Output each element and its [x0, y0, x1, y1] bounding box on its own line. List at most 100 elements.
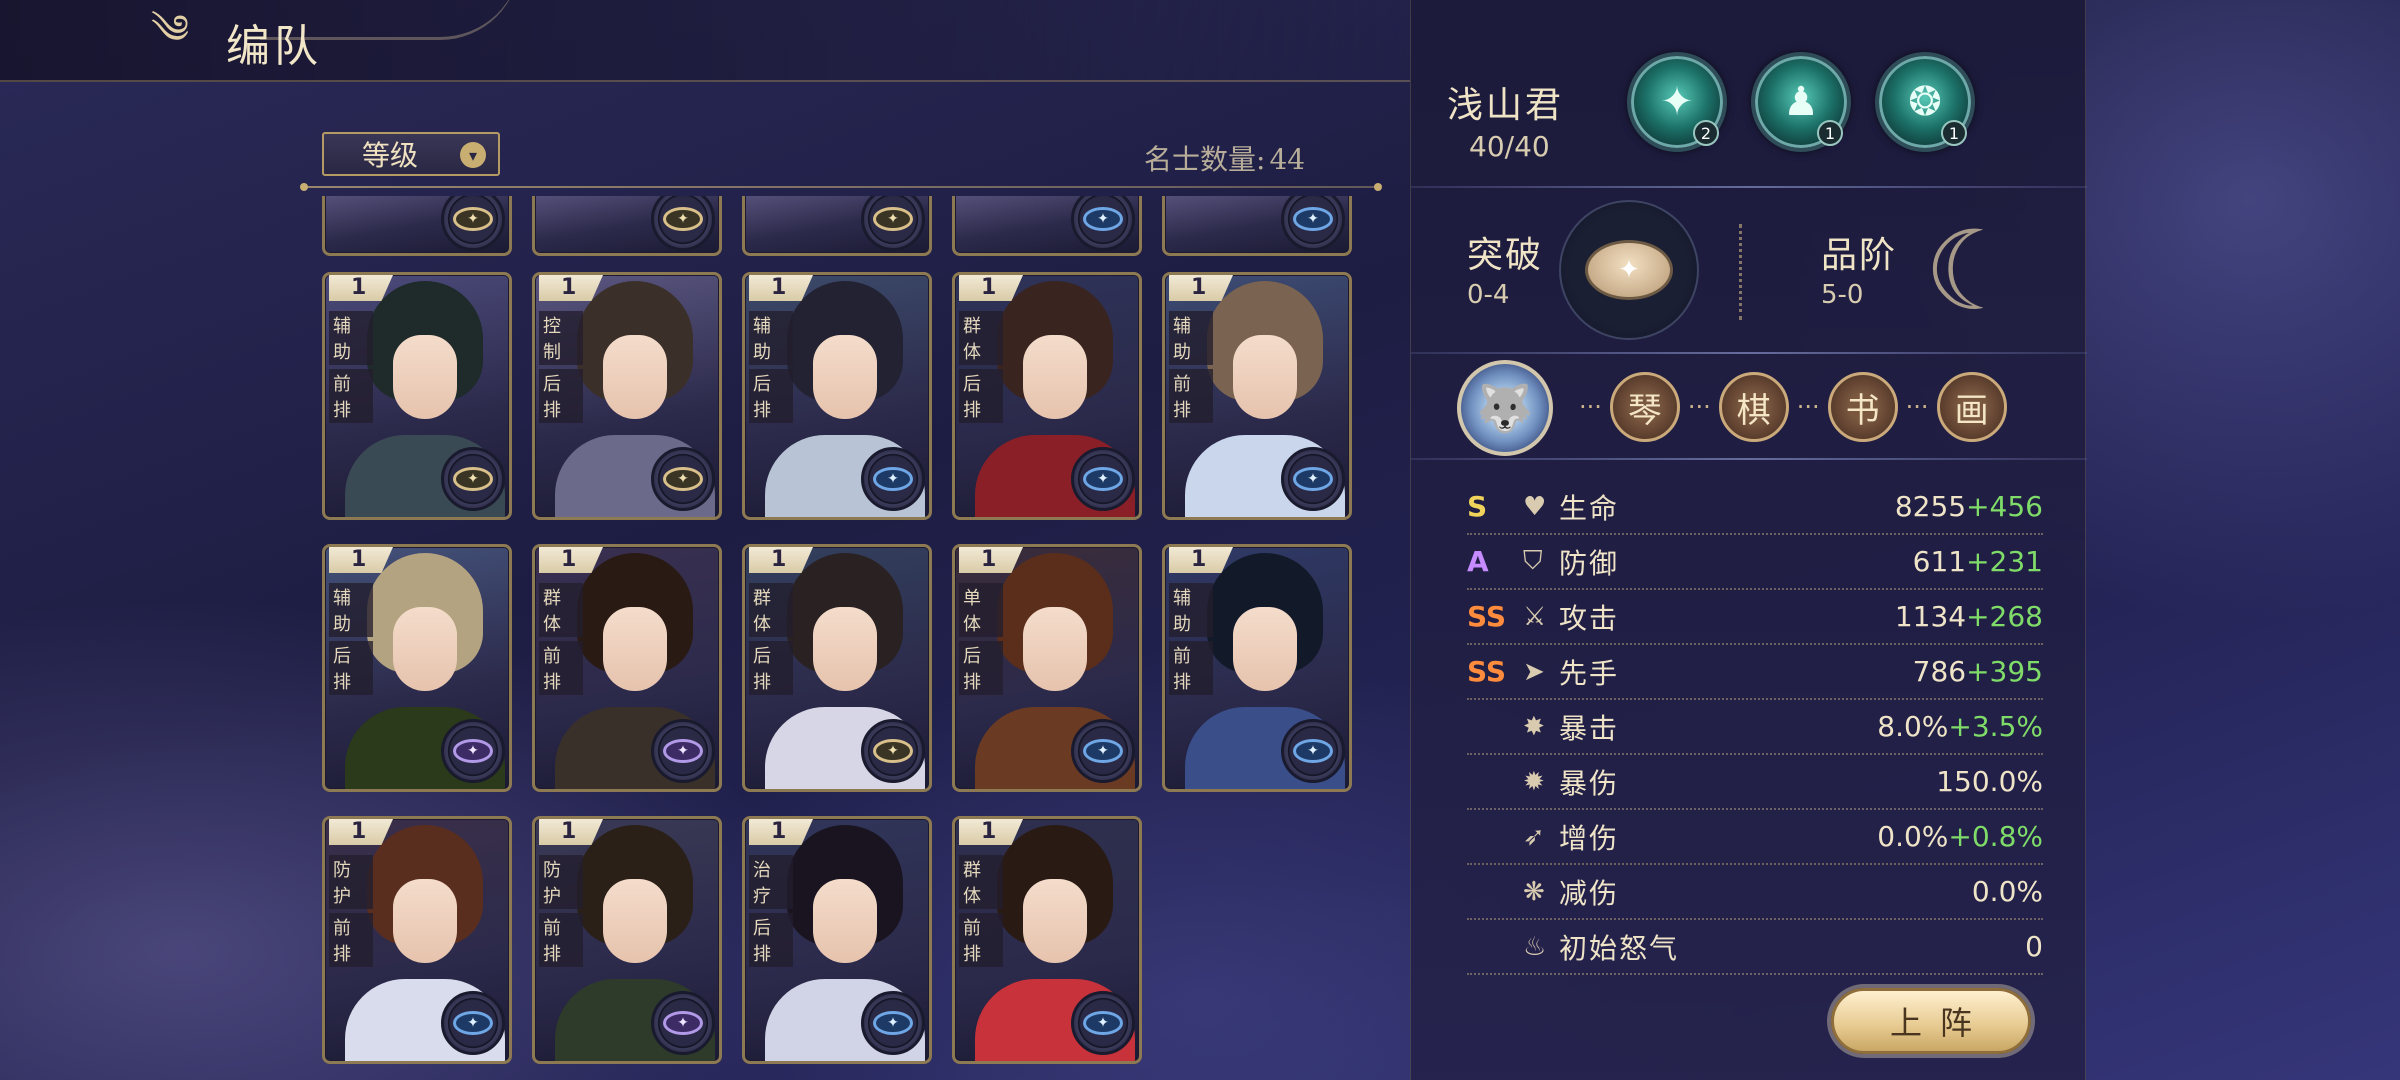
faction-badge-icon: ✦ [1071, 447, 1135, 511]
card-tags: 治疗 后排 [749, 855, 793, 967]
faction-badge-icon: ✦ [1281, 447, 1345, 511]
portrait-face [393, 607, 457, 691]
position-tag: 前排 [1169, 369, 1213, 423]
position-tag: 前排 [539, 641, 583, 695]
panel-divider [1411, 458, 2087, 460]
dotted-connector: ··· [1796, 393, 1820, 421]
stat-base: 611 [1912, 545, 1967, 578]
faction-badge-icon: ✦ [651, 447, 715, 511]
hero-card-partial[interactable]: ✦ [322, 196, 512, 256]
hero-roster-grid[interactable]: ✦ ✦ ✦ ✦ ✦ 1 辅助 前排 ✦ 1 控制 后排 ✦ 1 辅助 后排 ✦ 1 群体 后排 ✦ 1 辅助 前排 ✦ 1 辅助 后排… [322, 196, 1362, 1080]
sort-dropdown[interactable]: 等级 ▾ [322, 132, 500, 176]
stat-value: 0 [2025, 930, 2043, 963]
faction-badge-icon: ✦ [1281, 719, 1345, 783]
hero-card[interactable]: 1 单体 后排 ✦ [952, 544, 1142, 792]
portrait-face [1023, 335, 1087, 419]
role-tag: 群体 [959, 311, 1003, 365]
role-tag: 防护 [539, 855, 583, 909]
skill-slot[interactable]: ❂ 1 [1875, 52, 1975, 152]
faction-badge-icon: ✦ [861, 991, 925, 1055]
art-slot[interactable]: 棋 [1718, 372, 1789, 442]
wolf-companion-icon[interactable]: 🐺 [1457, 360, 1553, 456]
faction-badge-icon: ✦ [651, 196, 715, 251]
role-tag: 辅助 [1169, 583, 1213, 637]
faction-badge-icon: ✦ [1071, 719, 1135, 783]
skill-slot[interactable]: ♟ 1 [1751, 52, 1851, 152]
skill-count: 1 [1817, 120, 1843, 146]
hero-count: 名士数量: 44 [1140, 138, 1305, 178]
stat-row: ✹ 暴伤 150.0% [1467, 755, 2043, 810]
card-tags: 辅助 前排 [1169, 311, 1213, 423]
faction-badge-icon: ✦ [1281, 196, 1345, 251]
hero-card[interactable]: 1 群体 后排 ✦ [742, 544, 932, 792]
dotted-divider [1739, 224, 1742, 320]
skill-slot[interactable]: ✦ 2 [1627, 52, 1727, 152]
hero-card-partial[interactable]: ✦ [952, 196, 1142, 256]
deploy-button[interactable]: 上阵 [1831, 988, 2031, 1054]
breakthrough-disc-icon: ✦ [1585, 240, 1673, 300]
stat-grade: SS [1467, 600, 1507, 633]
position-tag: 前排 [1169, 641, 1213, 695]
hero-card[interactable]: 1 辅助 前排 ✦ [1162, 272, 1352, 520]
grade-label: 品阶 [1821, 235, 1898, 276]
figure-skill-icon: ♟ [1783, 79, 1819, 125]
chevron-down-icon: ▾ [460, 142, 486, 168]
hero-card[interactable]: 1 辅助 后排 ✦ [322, 544, 512, 792]
breakthrough-button[interactable]: ✦ [1559, 200, 1699, 340]
stat-value: 0.0%+0.8% [1877, 820, 2043, 853]
dotted-connector: ··· [1905, 393, 1929, 421]
portrait-face [813, 879, 877, 963]
stat-value: 150.0% [1936, 765, 2043, 798]
hero-card[interactable]: 1 辅助 后排 ✦ [742, 272, 932, 520]
hero-card[interactable]: 1 辅助 前排 ✦ [322, 272, 512, 520]
art-slot[interactable]: 画 [1936, 372, 2007, 442]
stat-name: 暴伤 [1559, 766, 1620, 800]
card-tags: 辅助 前排 [1169, 583, 1213, 695]
position-tag: 后排 [959, 641, 1003, 695]
card-tags: 群体 前排 [539, 583, 583, 695]
sword-icon: ⚔ [1523, 601, 1547, 632]
page-title: 编队 [226, 21, 322, 72]
portrait-face [603, 879, 667, 963]
faction-badge-icon: ✦ [861, 447, 925, 511]
hero-card[interactable]: 1 防护 前排 ✦ [532, 816, 722, 1064]
stat-value: 1134+268 [1895, 600, 2043, 633]
hero-card-partial[interactable]: ✦ [1162, 196, 1352, 256]
grade-emblem-icon[interactable]: ☾ [1913, 196, 2033, 346]
hero-card[interactable]: 1 群体 前排 ✦ [532, 544, 722, 792]
dotted-connector: ··· [1579, 393, 1602, 421]
breakthrough-value: 0-4 [1467, 280, 1510, 310]
stat-row: ♨ 初始怒气 0 [1467, 920, 2043, 975]
stat-name: 增伤 [1559, 821, 1620, 855]
position-tag: 后排 [749, 641, 793, 695]
panel-divider [1411, 186, 2087, 188]
position-tag: 后排 [749, 913, 793, 967]
faction-badge-icon: ✦ [441, 719, 505, 783]
role-tag: 群体 [959, 855, 1003, 909]
card-tags: 辅助 前排 [329, 311, 373, 423]
role-tag: 辅助 [329, 311, 373, 365]
role-tag: 群体 [539, 583, 583, 637]
art-slot[interactable]: 琴 [1609, 372, 1680, 442]
position-tag: 后排 [539, 369, 583, 423]
hero-card[interactable]: 1 群体 后排 ✦ [952, 272, 1142, 520]
heart-icon: ♥ [1523, 491, 1547, 522]
hero-card[interactable]: 1 控制 后排 ✦ [532, 272, 722, 520]
back-swirl-icon[interactable]: ༄ [130, 7, 210, 62]
stat-grade: S [1467, 490, 1488, 523]
hero-card-partial[interactable]: ✦ [742, 196, 932, 256]
portrait-face [813, 335, 877, 419]
card-tags: 群体 后排 [749, 583, 793, 695]
hero-detail-panel: 浅山君 40/40 ✦ 2 ♟ 1 ❂ 1 突破 0-4 ✦ 品阶 5-0 ☾ 🐺 ···… [1410, 0, 2087, 1080]
hero-card[interactable]: 1 治疗 后排 ✦ [742, 816, 932, 1064]
hero-card[interactable]: 1 辅助 前排 ✦ [1162, 544, 1352, 792]
position-tag: 前排 [539, 913, 583, 967]
art-slot[interactable]: 书 [1827, 372, 1898, 442]
hero-name: 浅山君 [1447, 85, 1565, 126]
hero-card[interactable]: 1 群体 前排 ✦ [952, 816, 1142, 1064]
role-tag: 辅助 [1169, 311, 1213, 365]
faction-badge-icon: ✦ [861, 196, 925, 251]
hero-card-partial[interactable]: ✦ [532, 196, 722, 256]
portrait-face [603, 335, 667, 419]
hero-card[interactable]: 1 防护 前排 ✦ [322, 816, 512, 1064]
